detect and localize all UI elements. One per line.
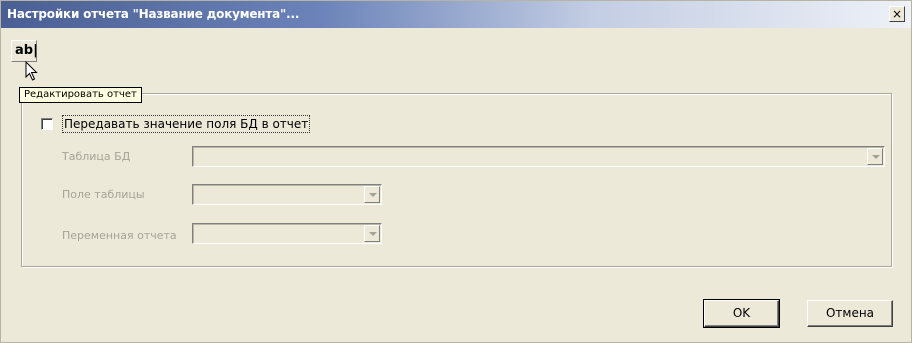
edit-report-button[interactable]: ab| [11, 40, 38, 62]
tooltip: Редактировать отчет [19, 87, 142, 103]
cancel-button[interactable]: Отмена [807, 300, 893, 327]
table-field-label: Поле таблицы [62, 188, 145, 201]
pass-db-field-checkbox[interactable] [41, 118, 53, 130]
close-button[interactable]: × [889, 6, 905, 22]
table-field-select[interactable] [192, 184, 382, 205]
report-variable-label: Переменная отчета [62, 229, 177, 242]
title-bar[interactable]: Настройки отчета "Название документа"...… [1, 1, 911, 28]
mouse-cursor-icon [25, 61, 38, 81]
db-table-label: Таблица БД [62, 150, 131, 163]
pass-db-field-label[interactable]: Передавать значение поля БД в отчет [62, 115, 311, 133]
text-edit-icon: ab| [15, 43, 38, 58]
chevron-down-icon[interactable] [364, 186, 380, 203]
report-settings-dialog: Настройки отчета "Название документа"...… [0, 0, 912, 343]
report-variable-select[interactable] [192, 223, 382, 244]
db-table-select[interactable] [192, 146, 885, 167]
chevron-down-icon[interactable] [364, 225, 380, 242]
window-title: Настройки отчета "Название документа"... [7, 7, 300, 21]
ok-button[interactable]: OK [703, 299, 780, 328]
chevron-down-icon[interactable] [867, 148, 883, 165]
